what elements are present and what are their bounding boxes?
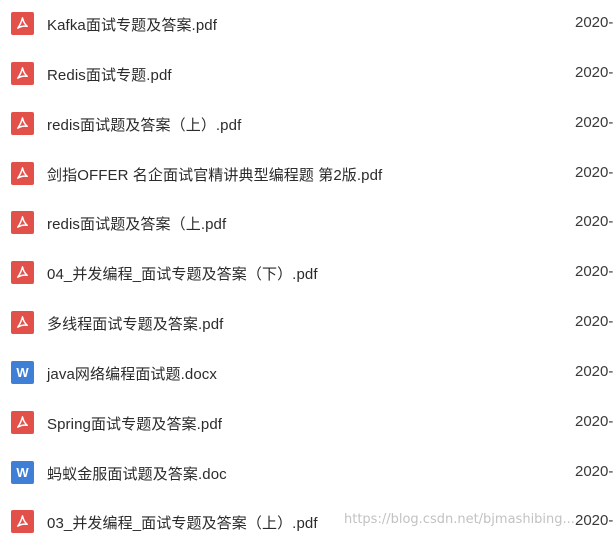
file-row[interactable]: 剑指OFFER 名企面试官精讲典型编程题 第2版.pdf 2020-: [0, 150, 613, 200]
file-date: 2020-: [575, 114, 613, 131]
file-date: 2020-: [575, 64, 613, 81]
file-date: 2020-: [575, 463, 613, 480]
file-date: 2020-: [575, 14, 613, 31]
pdf-icon: [11, 162, 34, 185]
file-row[interactable]: redis面试题及答案（上.pdf 2020-: [0, 199, 613, 249]
pdf-icon: [11, 12, 34, 35]
file-date: 2020-: [575, 213, 613, 230]
file-name: Redis面试专题.pdf: [47, 67, 172, 84]
file-name: redis面试题及答案（上.pdf: [47, 216, 227, 233]
file-name: 多线程面试专题及答案.pdf: [47, 316, 224, 333]
pdf-icon: [11, 411, 34, 434]
file-row[interactable]: Wjava网络编程面试题.docx 2020-: [0, 349, 613, 399]
pdf-icon: [11, 261, 34, 284]
file-name: java网络编程面试题.docx: [47, 366, 217, 383]
file-date: 2020-: [575, 313, 613, 330]
file-row[interactable]: Kafka面试专题及答案.pdf 2020-: [0, 0, 613, 50]
file-row[interactable]: 多线程面试专题及答案.pdf 2020-: [0, 299, 613, 349]
file-date: 2020-: [575, 263, 613, 280]
file-date: 2020-: [575, 512, 613, 529]
word-icon: W: [11, 461, 34, 484]
word-icon: W: [11, 361, 34, 384]
file-name: Spring面试专题及答案.pdf: [47, 416, 223, 433]
pdf-icon: [11, 62, 34, 85]
pdf-icon: [11, 211, 34, 234]
file-name: 蚂蚁金服面试题及答案.doc: [47, 466, 227, 483]
file-name: 剑指OFFER 名企面试官精讲典型编程题 第2版.pdf: [47, 167, 383, 184]
file-row[interactable]: 04_并发编程_面试专题及答案（下）.pdf 2020-: [0, 249, 613, 299]
file-row[interactable]: W 蚂蚁金服面试题及答案.doc 2020-: [0, 449, 613, 499]
file-row[interactable]: Spring面试专题及答案.pdf 2020-: [0, 399, 613, 449]
pdf-icon: [11, 311, 34, 334]
file-list: Kafka面试专题及答案.pdf 2020- Redis面试专题.pdf 2020- r…: [0, 0, 613, 538]
watermark: https://blog.csdn.net/bjmashibing...: [344, 512, 575, 527]
file-row[interactable]: redis面试题及答案（上）.pdf 2020-: [0, 100, 613, 150]
file-date: 2020-: [575, 164, 613, 181]
file-name: 03_并发编程_面试专题及答案（上）.pdf: [47, 515, 318, 532]
pdf-icon: [11, 112, 34, 135]
file-date: 2020-: [575, 413, 613, 430]
pdf-icon: [11, 510, 34, 533]
file-name: redis面试题及答案（上）.pdf: [47, 117, 242, 134]
file-date: 2020-: [575, 363, 613, 380]
file-row[interactable]: Redis面试专题.pdf 2020-: [0, 50, 613, 100]
file-name: 04_并发编程_面试专题及答案（下）.pdf: [47, 266, 318, 283]
file-name: Kafka面试专题及答案.pdf: [47, 17, 217, 34]
